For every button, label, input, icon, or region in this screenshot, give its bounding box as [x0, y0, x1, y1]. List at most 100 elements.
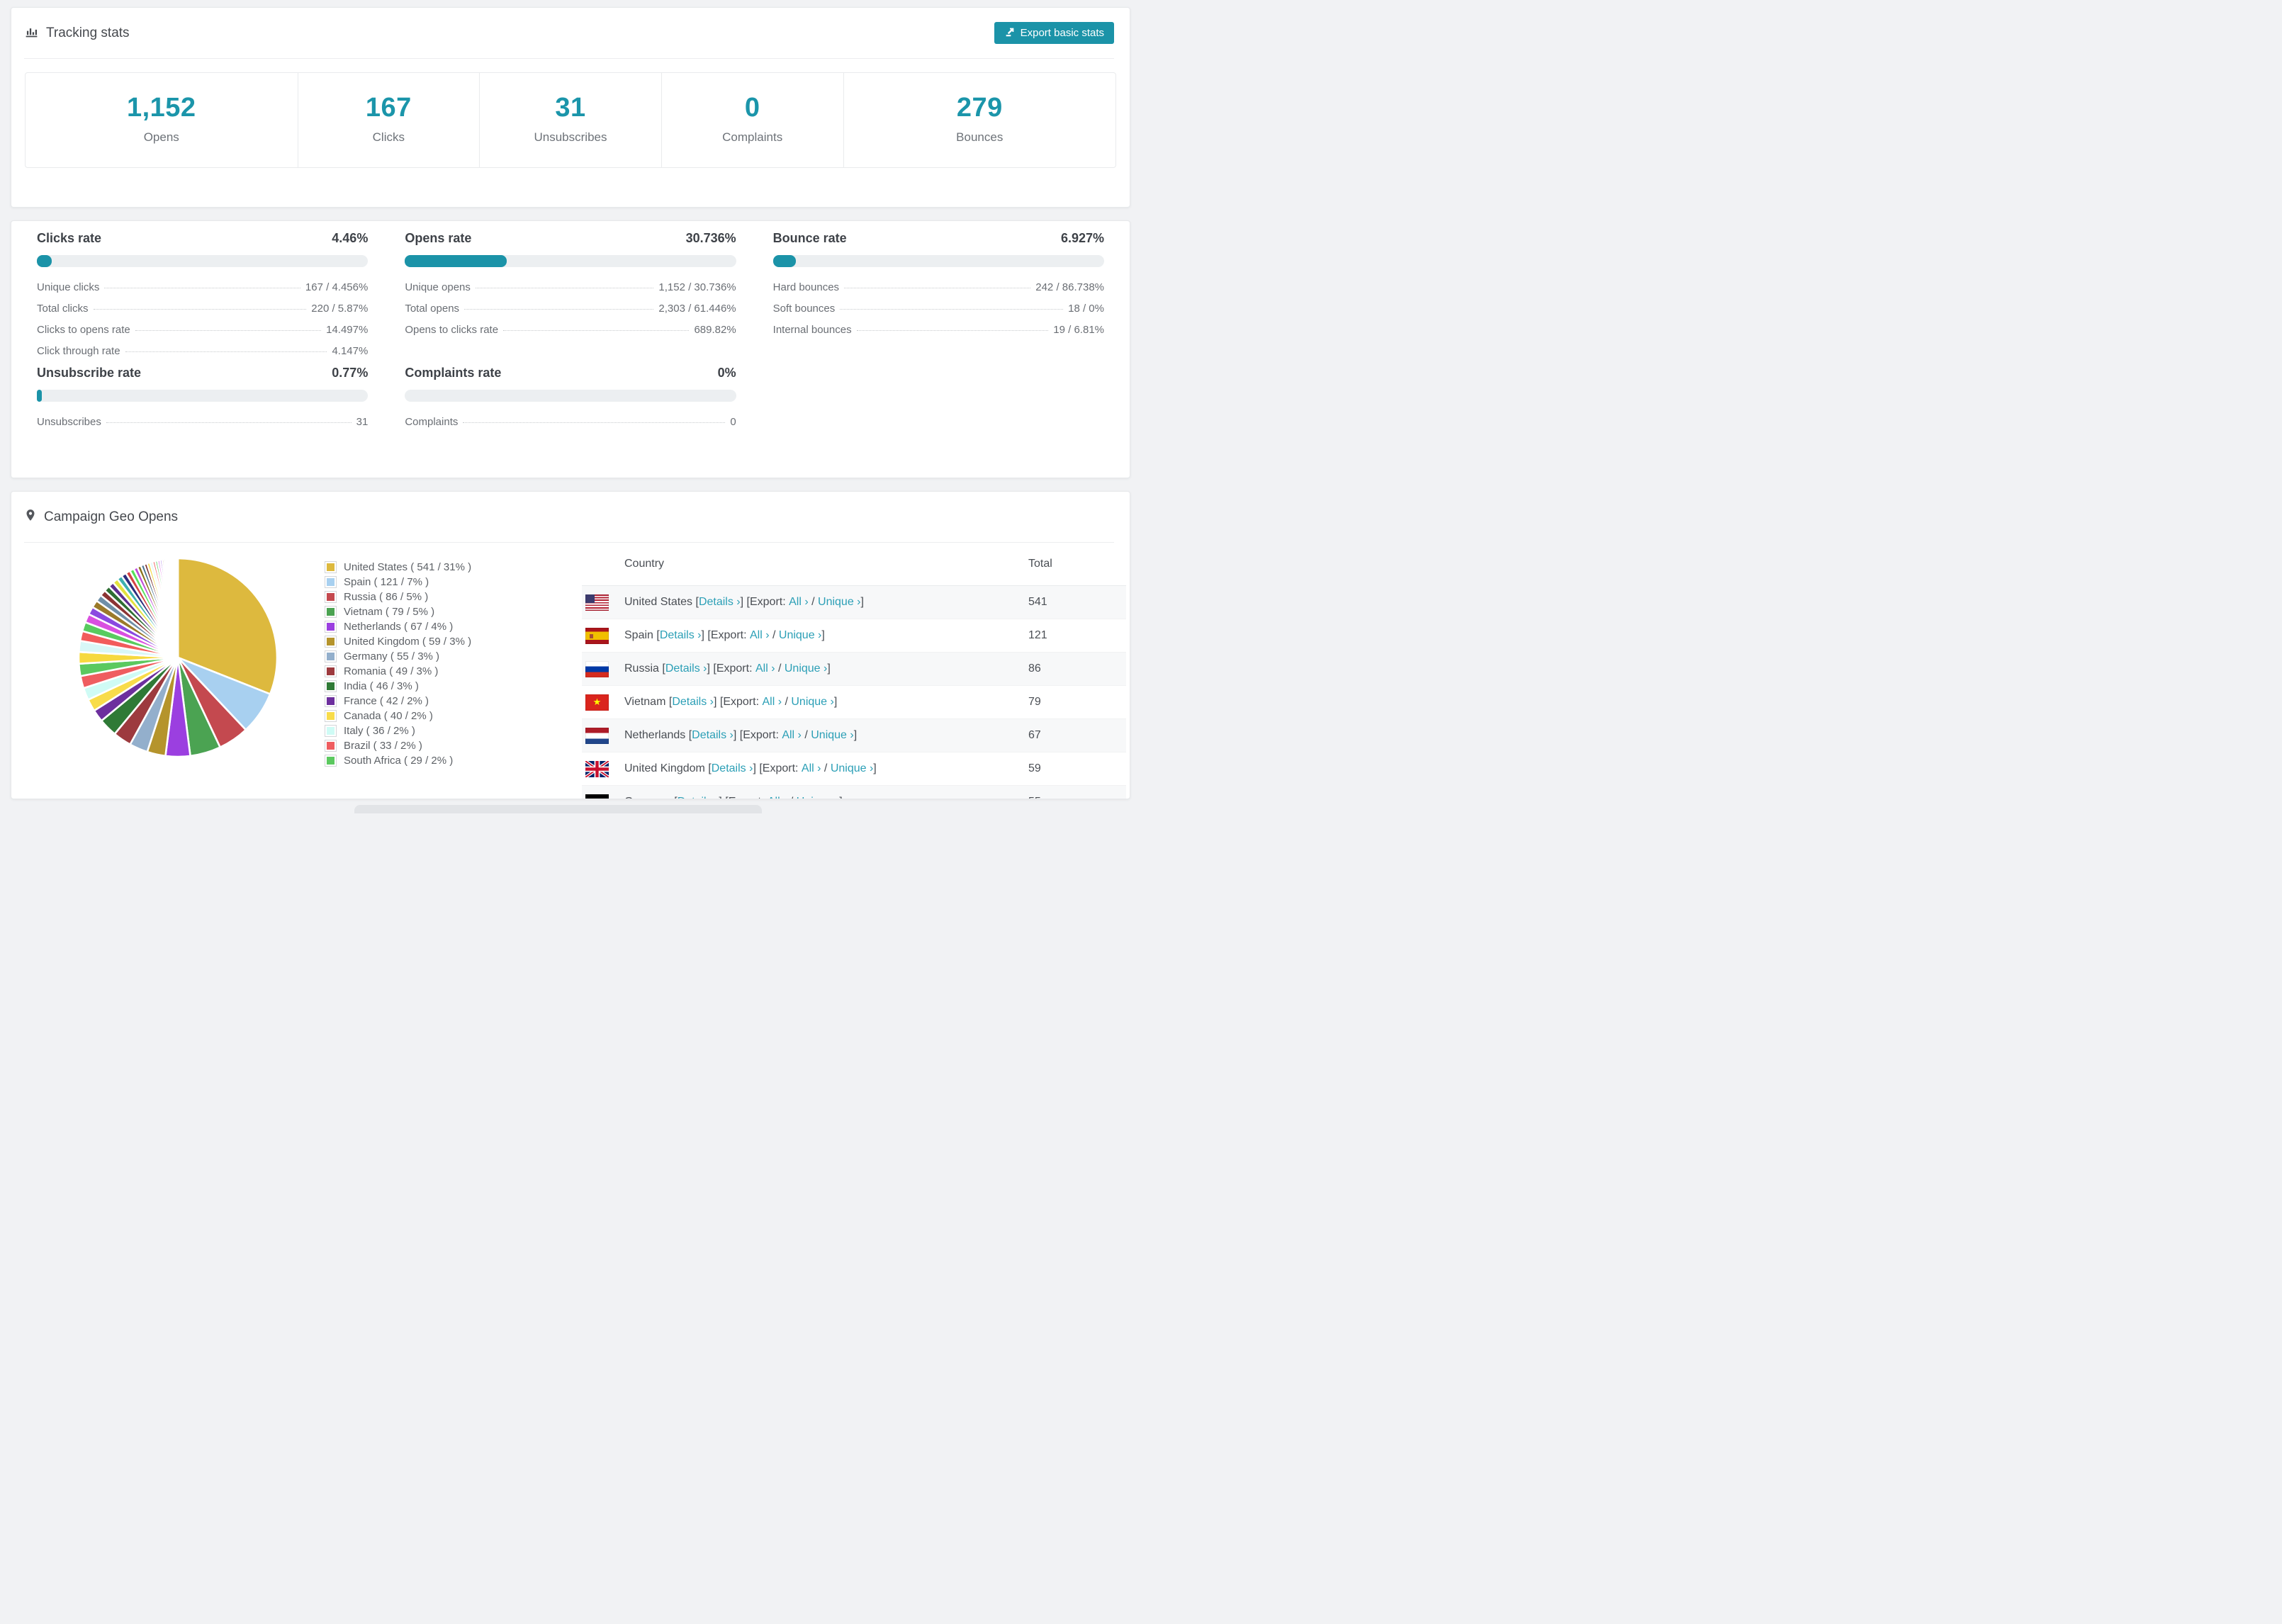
- details-link-vn[interactable]: Details ›: [672, 696, 714, 709]
- separator: /: [801, 729, 811, 741]
- rate-detail-row: Clicks to opens rate 14.497%: [37, 324, 368, 336]
- legend-label: Romania ( 49 / 3% ): [344, 665, 439, 677]
- export-unique-link-vn[interactable]: Unique ›: [791, 696, 833, 709]
- table-row-es: Spain [Details ›] [Export: All › / Uniqu…: [582, 619, 1126, 653]
- detail-label: Opens to clicks rate: [405, 324, 499, 336]
- legend-label: Spain ( 121 / 7% ): [344, 576, 429, 588]
- table-row-vn: Vietnam [Details ›] [Export: All › / Uni…: [582, 686, 1126, 719]
- export-unique-link-es[interactable]: Unique ›: [779, 629, 821, 642]
- nl-flag-icon: [585, 727, 609, 744]
- details-link-nl[interactable]: Details ›: [692, 729, 734, 742]
- bracket: ] [Export:: [753, 762, 802, 774]
- geo-table: Country Total United States [Details ›] …: [582, 543, 1126, 799]
- export-unique-link-nl[interactable]: Unique ›: [811, 729, 853, 742]
- header-divider: [24, 58, 1114, 59]
- details-link-ru[interactable]: Details ›: [665, 662, 707, 675]
- rate-head-complaints-rate: Complaints rate 0%: [405, 366, 736, 380]
- details-link-gb[interactable]: Details ›: [712, 762, 753, 775]
- export-unique-link-de[interactable]: Unique ›: [797, 796, 839, 799]
- rate-block-complaints-rate: Complaints rate 0% Complaints 0: [405, 366, 736, 428]
- rate-title: Bounce rate: [772, 231, 847, 245]
- stat-value-bounces: 279: [956, 93, 1003, 123]
- rate-value: 30.736%: [685, 231, 736, 245]
- legend-label: United States ( 541 / 31% ): [344, 561, 472, 573]
- legend-label: Germany ( 55 / 3% ): [344, 650, 440, 662]
- stat-label-opens: Opens: [143, 130, 179, 144]
- details-link-es[interactable]: Details ›: [660, 629, 702, 642]
- export-all-link-es[interactable]: All ›: [750, 629, 770, 642]
- details-link-us[interactable]: Details ›: [699, 596, 741, 609]
- legend-item-canada: Canada ( 40 / 2% ): [325, 709, 471, 723]
- bracket: ]: [839, 796, 842, 799]
- progress-bar-clicks-rate: [37, 255, 369, 267]
- legend-color-chip: [325, 576, 337, 588]
- detail-label: Click through rate: [37, 345, 120, 357]
- country-cell: Spain [Details ›] [Export: All › / Uniqu…: [582, 627, 1028, 644]
- table-row-us: United States [Details ›] [Export: All ›…: [582, 586, 1126, 619]
- country-name: Russia: [624, 662, 663, 675]
- separator: /: [787, 796, 796, 799]
- legend-color-chip: [325, 606, 337, 618]
- pie-slice-other[interactable]: [176, 557, 179, 659]
- export-unique-link-gb[interactable]: Unique ›: [831, 762, 873, 775]
- stat-box-bounces: 279 Bounces: [843, 72, 1117, 168]
- export-all-link-us[interactable]: All ›: [789, 596, 809, 609]
- dotted-leader: [125, 351, 327, 352]
- rate-value: 4.46%: [332, 231, 369, 245]
- rate-block-bounce-rate: Bounce rate 6.927% Hard bounces 242 / 86.73…: [772, 231, 1104, 357]
- total-value: 79: [1028, 696, 1041, 708]
- legend-item-romania: Romania ( 49 / 3% ): [325, 664, 471, 679]
- legend-color-chip: [325, 740, 337, 752]
- geo-legend: United States ( 541 / 31% ) Spain ( 121 /…: [325, 560, 471, 768]
- separator: /: [782, 696, 792, 708]
- map-pin-icon: [24, 507, 37, 526]
- legend-color-fill: [327, 697, 335, 705]
- bracket: ]: [873, 762, 877, 774]
- legend-label: Vietnam ( 79 / 5% ): [344, 606, 435, 618]
- rate-block-unsubscribe-rate: Unsubscribe rate 0.77% Unsubscribes 31: [37, 366, 369, 428]
- detail-label: Hard bounces: [772, 281, 840, 293]
- legend-color-fill: [327, 712, 335, 720]
- dashboard-page: { "accent": "#1b93a8", "tracking": { "ti…: [0, 0, 1141, 813]
- rate-detail-row: Unsubscribes 31: [37, 416, 368, 428]
- rates-grid: Clicks rate 4.46% Unique clicks 167 / 4.456…: [11, 221, 1130, 428]
- de-flag-icon: [585, 794, 609, 799]
- export-unique-link-us[interactable]: Unique ›: [818, 596, 860, 609]
- rate-detail-row: Hard bounces 242 / 86.738%: [773, 281, 1104, 293]
- legend-color-fill: [327, 682, 335, 690]
- stat-value-unsubscribes: 31: [555, 93, 586, 123]
- export-icon: [1004, 26, 1016, 40]
- dotted-leader: [840, 309, 1064, 310]
- export-all-link-vn[interactable]: All ›: [762, 696, 782, 709]
- legend-color-fill: [327, 578, 335, 586]
- export-unique-link-ru[interactable]: Unique ›: [785, 662, 827, 675]
- legend-label: United Kingdom ( 59 / 3% ): [344, 636, 472, 648]
- country-cell: United States [Details ›] [Export: All ›…: [582, 594, 1028, 611]
- export-all-link-de[interactable]: All ›: [768, 796, 787, 799]
- detail-label: Total opens: [405, 303, 460, 315]
- legend-item-united-states: United States ( 541 / 31% ): [325, 560, 471, 575]
- export-all-link-nl[interactable]: All ›: [782, 729, 802, 742]
- table-row-gb: United Kingdom [Details ›] [Export: All …: [582, 752, 1126, 786]
- details-link-de[interactable]: Details ›: [678, 796, 719, 799]
- detail-label: Complaints: [405, 416, 459, 428]
- stat-label-complaints: Complaints: [722, 130, 783, 144]
- detail-value: 18 / 0%: [1068, 303, 1104, 315]
- legend-item-brazil: Brazil ( 33 / 2% ): [325, 738, 471, 753]
- export-all-link-gb[interactable]: All ›: [802, 762, 821, 775]
- export-basic-stats-button[interactable]: Export basic stats: [994, 22, 1114, 44]
- dotted-leader: [856, 330, 1049, 331]
- export-all-link-ru[interactable]: All ›: [755, 662, 775, 675]
- legend-color-chip: [325, 650, 337, 662]
- legend-color-fill: [327, 742, 335, 750]
- ru-flag-icon: [585, 660, 609, 677]
- progress-bar-unsubscribe-rate: [37, 390, 369, 402]
- detail-value: 242 / 86.738%: [1035, 281, 1104, 293]
- country-cell: Vietnam [Details ›] [Export: All › / Uni…: [582, 694, 1028, 711]
- country-cell: United Kingdom [Details ›] [Export: All …: [582, 760, 1028, 777]
- geo-pie-chart: [77, 557, 279, 758]
- country-cell: Netherlands [Details ›] [Export: All › /…: [582, 727, 1028, 744]
- detail-label: Unsubscribes: [37, 416, 101, 428]
- progress-fill: [37, 255, 52, 267]
- legend-color-chip: [325, 561, 337, 573]
